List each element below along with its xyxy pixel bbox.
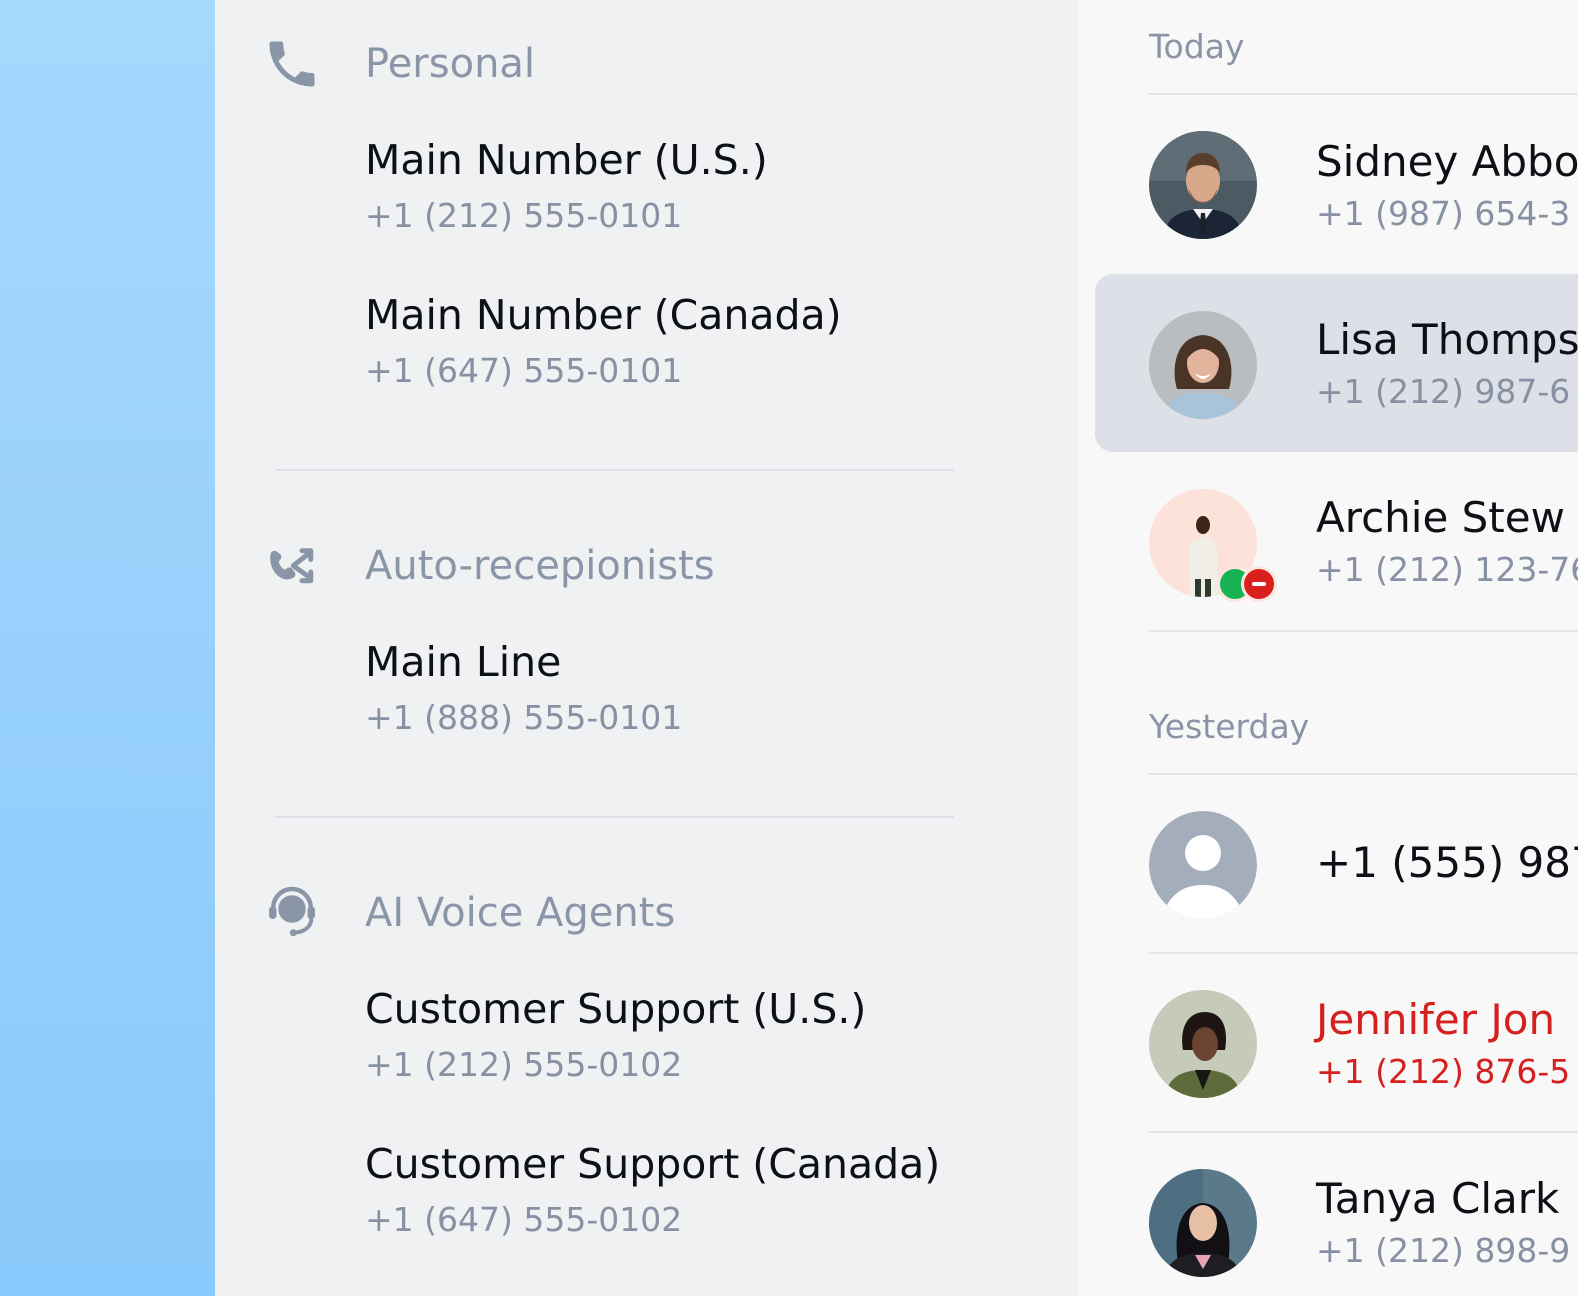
call-row-tanya[interactable]: Tanya Clark +1 (212) 898-9	[1095, 1134, 1578, 1296]
contact-name: Tanya Clark	[1316, 1174, 1560, 1223]
phone-icon	[260, 32, 324, 96]
contact-name: Lisa Thomps	[1316, 315, 1578, 364]
call-routing-icon	[260, 535, 324, 599]
divider	[1149, 1131, 1578, 1133]
call-row-lisa[interactable]: Lisa Thomps +1 (212) 987-6	[1095, 274, 1578, 452]
lines-panel: Personal Main Number (U.S.) +1 (212) 555…	[215, 0, 1079, 1296]
group-title-personal: Personal	[365, 41, 536, 87]
background-gradient	[0, 0, 215, 1296]
line-item-main-line[interactable]: Main Line +1 (888) 555-0101	[365, 638, 683, 737]
contact-name: +1 (555) 987	[1316, 838, 1578, 887]
section-label-today: Today	[1149, 27, 1245, 66]
line-item-main-canada[interactable]: Main Number (Canada) +1 (647) 555-0101	[365, 291, 842, 390]
recent-calls-panel: Today Sidney Abbo +1 (987) 654-3 Lisa Th…	[1079, 0, 1578, 1296]
line-number: +1 (647) 555-0102	[365, 1200, 683, 1239]
do-not-disturb-icon	[1241, 566, 1277, 602]
call-row-jennifer[interactable]: Jennifer Jon +1 (212) 876-5	[1095, 955, 1578, 1133]
avatar	[1149, 1169, 1257, 1277]
line-name: Customer Support (U.S.)	[365, 985, 867, 1033]
group-title-ai-voice-agents: AI Voice Agents	[365, 890, 676, 936]
line-number: +1 (212) 555-0101	[365, 196, 683, 235]
headset-agent-icon	[260, 882, 324, 946]
contact-number: +1 (212) 898-9	[1316, 1231, 1571, 1270]
line-item-support-canada[interactable]: Customer Support (Canada) +1 (647) 555-0…	[365, 1140, 941, 1239]
contact-name: Archie Stew	[1316, 493, 1565, 542]
section-label-yesterday: Yesterday	[1149, 707, 1310, 746]
contact-number: +1 (212) 876-5	[1316, 1052, 1571, 1091]
line-number: +1 (212) 555-0102	[365, 1045, 683, 1084]
line-item-main-us[interactable]: Main Number (U.S.) +1 (212) 555-0101	[365, 136, 768, 235]
contact-number: +1 (212) 123-76	[1316, 550, 1578, 589]
line-name: Customer Support (Canada)	[365, 1140, 941, 1188]
divider	[275, 816, 954, 818]
line-name: Main Number (Canada)	[365, 291, 842, 339]
contact-number: +1 (987) 654-3	[1316, 194, 1571, 233]
contact-number: +1 (212) 987-6	[1316, 372, 1571, 411]
divider	[275, 469, 954, 471]
line-name: Main Number (U.S.)	[365, 136, 768, 184]
divider	[1149, 773, 1578, 775]
group-title-auto-receptionists: Auto-recepionists	[365, 543, 715, 589]
line-item-support-us[interactable]: Customer Support (U.S.) +1 (212) 555-010…	[365, 985, 867, 1084]
call-row-archie[interactable]: Archie Stew +1 (212) 123-76	[1095, 452, 1578, 630]
avatar	[1149, 311, 1257, 419]
line-number: +1 (888) 555-0101	[365, 698, 683, 737]
call-row-unknown[interactable]: +1 (555) 987	[1095, 776, 1578, 954]
contact-name: Sidney Abbo	[1316, 137, 1578, 186]
default-avatar-icon	[1149, 811, 1257, 919]
divider	[1149, 630, 1578, 632]
divider	[1149, 952, 1578, 954]
call-row-sidney[interactable]: Sidney Abbo +1 (987) 654-3	[1095, 96, 1578, 274]
presence-status	[1217, 566, 1277, 602]
divider	[1149, 93, 1578, 95]
contact-name: Jennifer Jon	[1316, 995, 1556, 1044]
line-number: +1 (647) 555-0101	[365, 351, 683, 390]
avatar	[1149, 131, 1257, 239]
avatar	[1149, 990, 1257, 1098]
line-name: Main Line	[365, 638, 562, 686]
